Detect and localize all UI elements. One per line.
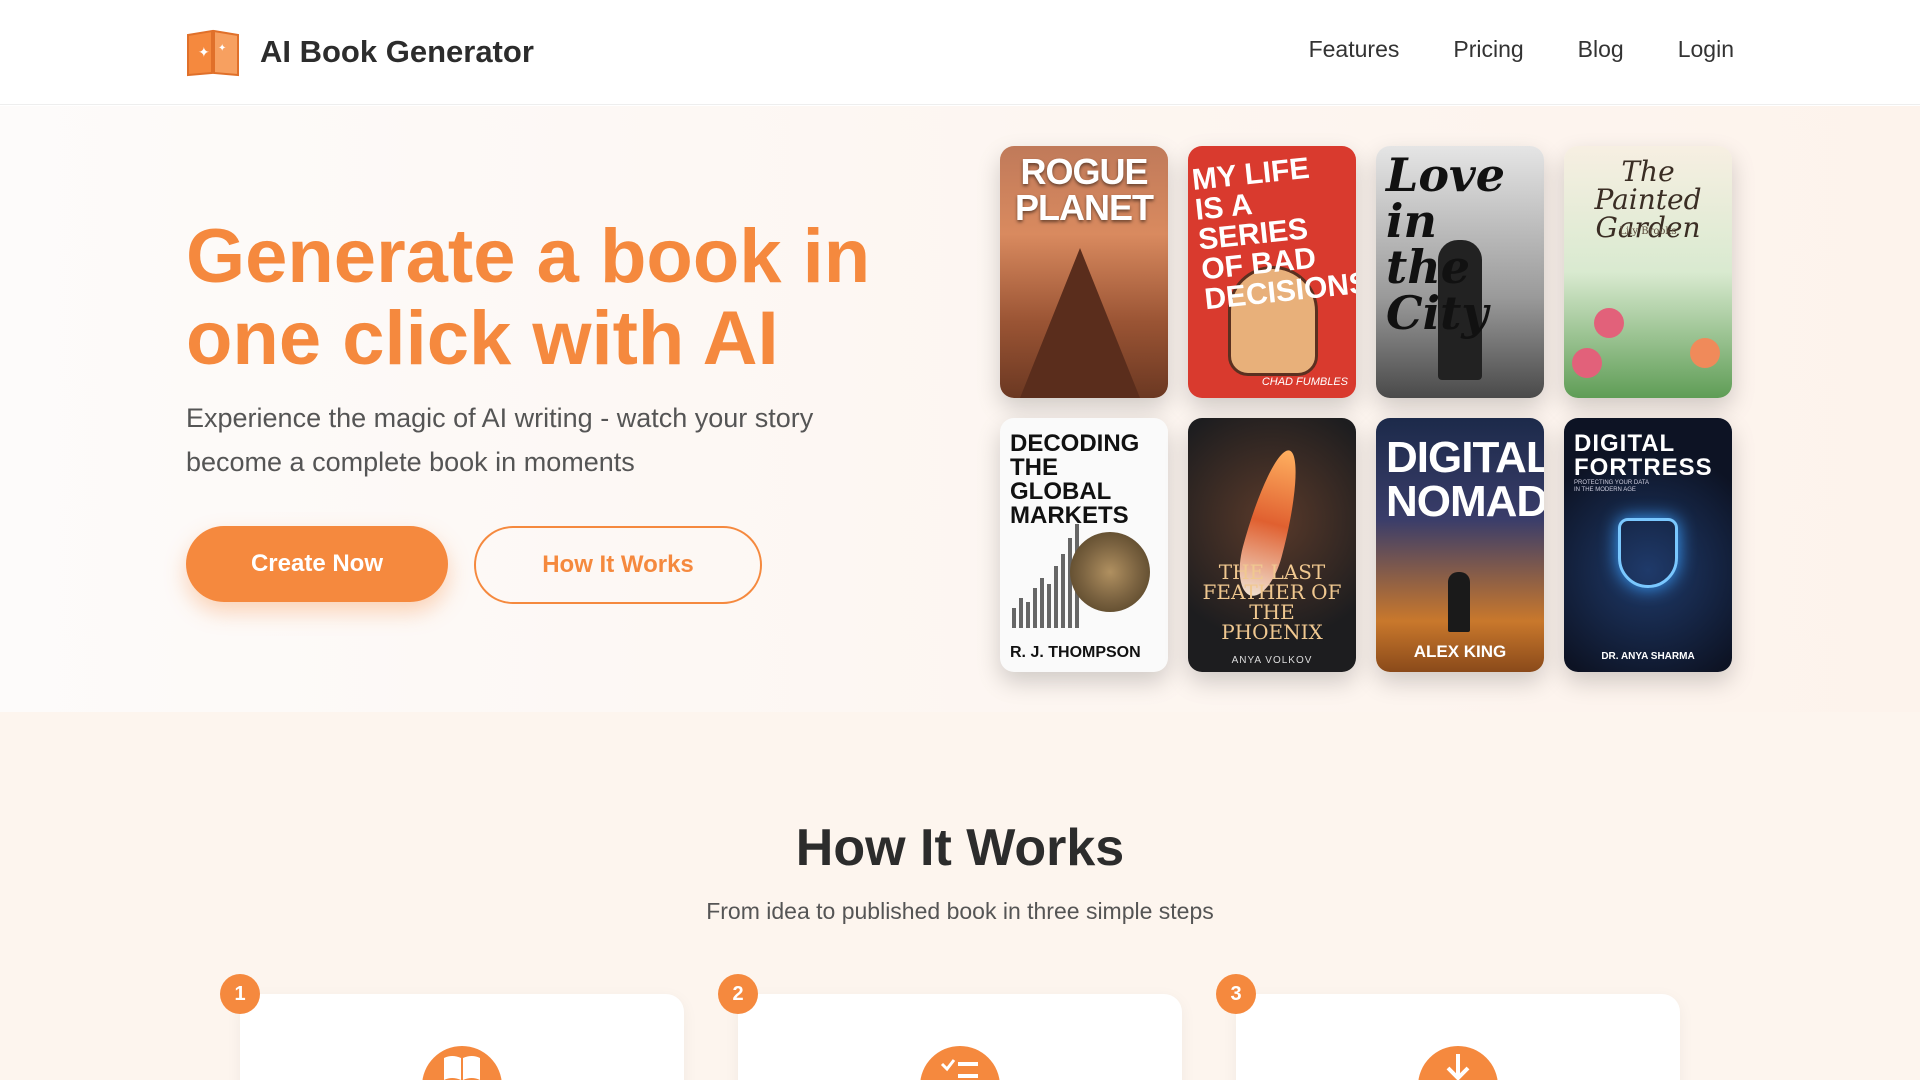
- checklist-icon: [920, 1046, 1000, 1080]
- book-cover-rogue-planet[interactable]: ROGUE PLANET: [1000, 146, 1168, 398]
- book-cover-decoding-markets[interactable]: DECODING THE GLOBAL MARKETS R. J. THOMPS…: [1000, 418, 1168, 672]
- step-number: 2: [718, 974, 758, 1014]
- main-nav: Features Pricing Blog Login: [1309, 36, 1734, 63]
- cover-title: DIGITAL NOMAD: [1386, 433, 1544, 526]
- book-cover-digital-fortress[interactable]: DIGITAL FORTRESS PROTECTING YOUR DATA IN…: [1564, 418, 1732, 672]
- book-covers-grid: ROGUE PLANET MY LIFE IS A SERIES OF BAD …: [1000, 146, 1732, 672]
- cover-title: DIGITAL FORTRESS: [1574, 430, 1713, 481]
- step-card-1: 1: [220, 974, 684, 1080]
- step-number: 1: [220, 974, 260, 1014]
- download-icon: [1418, 1046, 1498, 1080]
- cover-title: DECODING THE GLOBAL MARKETS: [1010, 430, 1140, 529]
- cover-title: Love in the City: [1386, 148, 1506, 340]
- brand-logo[interactable]: ✦ ✦ AI Book Generator: [186, 27, 534, 77]
- cover-author: CHAD FUMBLES: [1261, 376, 1348, 388]
- cover-author: Lily Brooks: [1619, 226, 1677, 237]
- nav-login[interactable]: Login: [1678, 36, 1734, 63]
- hero-subtitle: Experience the magic of AI writing - wat…: [186, 403, 814, 477]
- cover-author: ALEX KING: [1413, 642, 1507, 661]
- svg-text:✦: ✦: [218, 43, 226, 54]
- cover-author: ANYA VOLKOV: [1231, 655, 1313, 666]
- how-it-works-button[interactable]: How It Works: [474, 526, 762, 604]
- book-cover-last-feather[interactable]: THE LAST FEATHER OF THE PHOENIX ANYA VOL…: [1188, 418, 1356, 672]
- section-title: How It Works: [795, 819, 1125, 877]
- book-cover-love-in-the-city[interactable]: Love in the City: [1376, 146, 1544, 398]
- step-number: 3: [1216, 974, 1256, 1014]
- section-subtitle: From idea to published book in three sim…: [706, 898, 1214, 924]
- flower-illustration: [1572, 348, 1602, 378]
- cover-author: R. J. THOMPSON: [1010, 644, 1141, 661]
- flower-illustration: [1690, 338, 1720, 368]
- bar-chart-illustration: [1012, 524, 1079, 628]
- site-header: ✦ ✦ AI Book Generator Features Pricing B…: [0, 0, 1920, 105]
- open-book-icon: [422, 1046, 502, 1080]
- hero-section: Generate a book in one click with AI Exp…: [0, 106, 1920, 712]
- cover-title: MY LIFE IS A SERIES OF BAD DECISIONS: [1190, 151, 1356, 317]
- how-it-works-section: How It Works From idea to published book…: [0, 712, 1920, 1080]
- cover-title: THE LAST FEATHER OF THE PHOENIX: [1202, 560, 1342, 644]
- svg-text:✦: ✦: [198, 45, 210, 61]
- nav-pricing[interactable]: Pricing: [1453, 36, 1523, 63]
- create-now-button[interactable]: Create Now: [186, 526, 448, 602]
- book-sparkle-icon: ✦ ✦: [187, 29, 239, 77]
- shield-illustration: [1618, 518, 1678, 588]
- nav-features[interactable]: Features: [1309, 36, 1400, 63]
- cover-subtitle: PROTECTING YOUR DATA IN THE MODERN AGE: [1574, 480, 1649, 494]
- hero-title: Generate a book in one click with AI: [186, 214, 871, 381]
- book-cover-my-life[interactable]: MY LIFE IS A SERIES OF BAD DECISIONS CHA…: [1188, 146, 1356, 398]
- book-cover-digital-nomad[interactable]: DIGITAL NOMAD ALEX KING: [1376, 418, 1544, 672]
- person-illustration: [1448, 572, 1470, 632]
- cover-author: DR. ANYA SHARMA: [1601, 651, 1695, 662]
- cover-title: ROGUE PLANET: [1015, 151, 1154, 228]
- nav-blog[interactable]: Blog: [1578, 36, 1624, 63]
- mountain-illustration: [1020, 248, 1140, 398]
- brand-name: AI Book Generator: [260, 34, 534, 69]
- gear-illustration: [1070, 532, 1150, 612]
- step-card-3: 3: [1216, 974, 1680, 1080]
- book-cover-painted-garden[interactable]: The Painted Garden Lily Brooks: [1564, 146, 1732, 398]
- step-card-2: 2: [718, 974, 1182, 1080]
- flower-illustration: [1594, 308, 1624, 338]
